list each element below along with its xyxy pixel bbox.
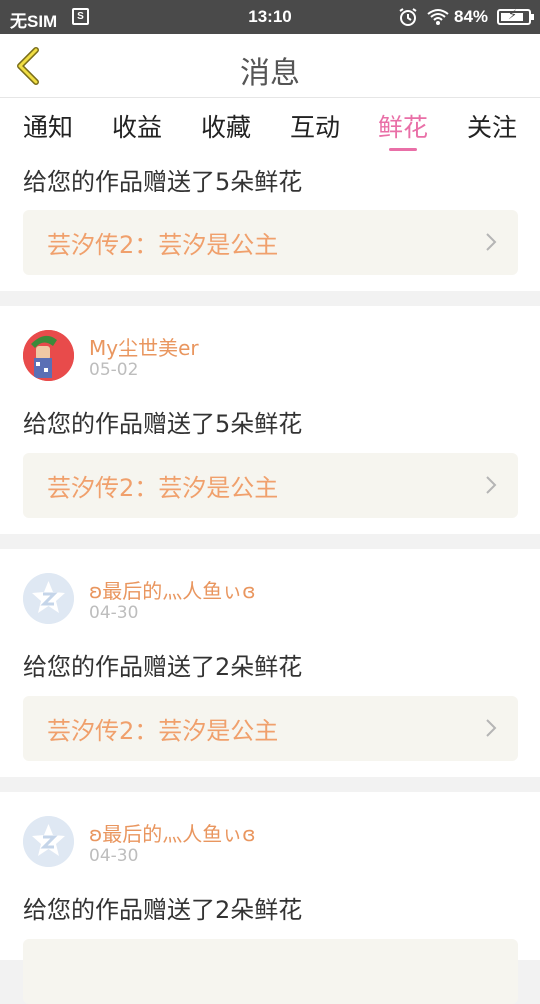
avatar[interactable] xyxy=(23,573,74,624)
default-avatar-icon xyxy=(23,816,74,867)
username[interactable]: ʚ最后的灬人鱼ぃɞ xyxy=(89,818,256,847)
work-link[interactable]: 芸汐传2：芸汐是公主 xyxy=(23,696,518,761)
status-bar: 无SIM S 13:10 84% ⚡ xyxy=(0,0,540,34)
message-card: ʚ最后的灬人鱼ぃɞ 04-30 给您的作品赠送了2朵鲜花 xyxy=(0,792,540,1004)
work-link[interactable]: 芸汐传2：芸汐是公主 xyxy=(23,210,518,275)
battery-percent: 84% xyxy=(454,7,489,26)
user-photo xyxy=(23,330,74,381)
tab-notifications[interactable]: 通知 xyxy=(3,108,93,144)
work-title: 芸汐传2：芸汐是公主 xyxy=(47,717,279,745)
header-bar: 消息 xyxy=(0,34,540,98)
wifi-icon xyxy=(426,8,450,31)
work-title: 芸汐传2：芸汐是公主 xyxy=(47,474,279,502)
tab-flowers[interactable]: 鲜花 xyxy=(358,108,448,151)
tab-label: 鲜花 xyxy=(377,113,428,142)
work-link[interactable]: 芸汐传2：芸汐是公主 xyxy=(23,453,518,518)
message-text: 给您的作品赠送了2朵鲜花 xyxy=(23,896,303,924)
work-title: 芸汐传2：芸汐是公主 xyxy=(47,231,279,259)
avatar[interactable] xyxy=(23,330,74,381)
chevron-right-icon xyxy=(486,719,497,737)
battery-icon: ⚡ xyxy=(497,7,534,25)
message-date: 04-30 xyxy=(89,846,139,866)
tab-label: 关注 xyxy=(466,113,517,142)
page-title: 消息 xyxy=(240,56,300,91)
message-card: My尘世美er 05-02 给您的作品赠送了5朵鲜花 芸汐传2：芸汐是公主 xyxy=(0,306,540,534)
message-date: 04-30 xyxy=(89,603,139,623)
tab-interactions[interactable]: 互动 xyxy=(270,108,360,144)
username[interactable]: My尘世美er xyxy=(89,332,199,361)
tab-favorites[interactable]: 收藏 xyxy=(181,108,271,144)
user-row[interactable]: ʚ最后的灬人鱼ぃɞ 04-30 xyxy=(23,816,503,867)
alarm-icon xyxy=(398,7,418,32)
tab-label: 互动 xyxy=(289,113,340,142)
chevron-right-icon xyxy=(486,476,497,494)
tab-label: 收藏 xyxy=(200,113,251,142)
message-text: 给您的作品赠送了2朵鲜花 xyxy=(23,653,303,681)
message-date: 05-02 xyxy=(89,360,139,380)
user-row[interactable]: ʚ最后的灬人鱼ぃɞ 04-30 xyxy=(23,573,503,624)
tab-earnings[interactable]: 收益 xyxy=(92,108,182,144)
default-avatar-icon xyxy=(23,573,74,624)
avatar[interactable] xyxy=(23,816,74,867)
username[interactable]: ʚ最后的灬人鱼ぃɞ xyxy=(89,575,256,604)
user-row[interactable]: My尘世美er 05-02 xyxy=(23,330,503,381)
tab-label: 收益 xyxy=(111,113,162,142)
tab-follows[interactable]: 关注 xyxy=(447,108,537,144)
message-card: 给您的作品赠送了5朵鲜花 芸汐传2：芸汐是公主 xyxy=(0,154,540,291)
active-tab-indicator xyxy=(389,148,417,151)
message-card: ʚ最后的灬人鱼ぃɞ 04-30 给您的作品赠送了2朵鲜花 芸汐传2：芸汐是公主 xyxy=(0,549,540,777)
work-link[interactable] xyxy=(23,939,518,1004)
chevron-right-icon xyxy=(486,233,497,251)
tab-bar: 通知 收益 收藏 互动 鲜花 关注 xyxy=(0,98,540,154)
message-text: 给您的作品赠送了5朵鲜花 xyxy=(23,410,303,438)
tab-label: 通知 xyxy=(22,113,73,142)
message-text: 给您的作品赠送了5朵鲜花 xyxy=(23,168,303,196)
